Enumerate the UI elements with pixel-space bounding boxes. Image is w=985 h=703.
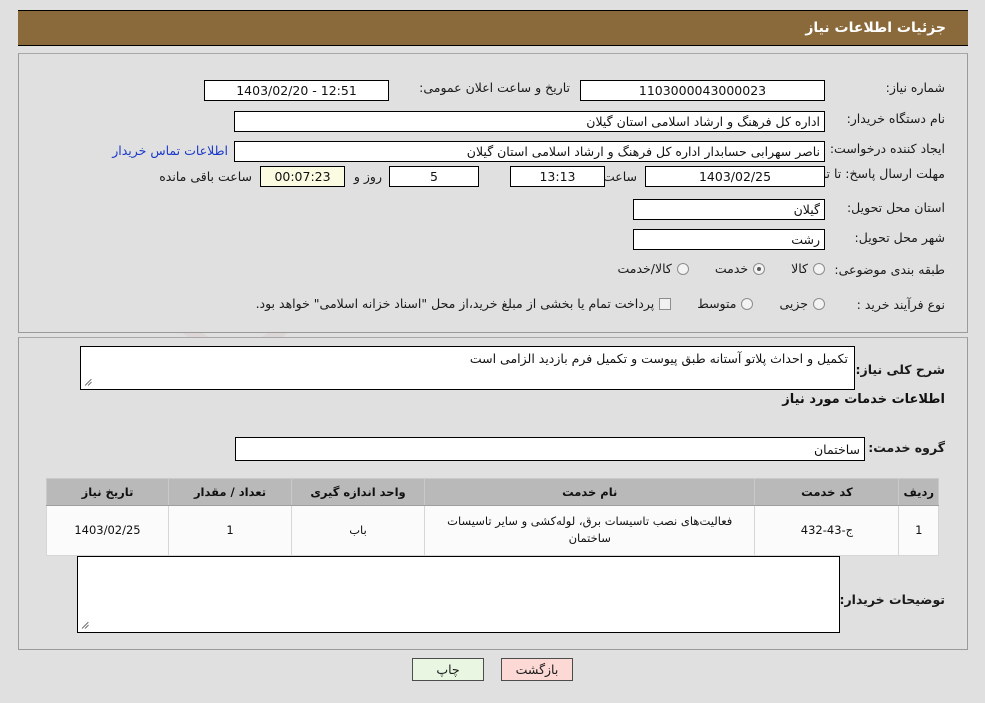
city-value[interactable]: رشت — [633, 229, 825, 250]
table-row[interactable]: 1 ج-43-432 فعالیت‌های نصب تاسیسات برق، ل… — [46, 505, 939, 556]
deadline-countdown-value: 00:07:23 — [260, 166, 345, 187]
purchase-type-label: نوع فرآیند خرید : — [856, 297, 945, 312]
city-label: شهر محل تحویل: — [854, 230, 945, 245]
need-description-label: شرح کلی نیاز: — [855, 362, 945, 377]
buyer-notes-textarea[interactable] — [77, 556, 840, 633]
deadline-row: مهلت ارسال پاسخ: تا تاریخ: — [800, 165, 945, 182]
resize-handle-icon[interactable] — [81, 620, 91, 630]
col-need-date: تاریخ نیاز — [46, 478, 169, 506]
province-value[interactable]: گیلان — [633, 199, 825, 220]
cell-quantity: 1 — [168, 505, 292, 556]
need-description-textarea[interactable]: تکمیل و احداث پلاتو آستانه طبق پیوست و ت… — [80, 346, 855, 390]
announce-datetime-label: تاریخ و ساعت اعلان عمومی: — [419, 80, 570, 95]
back-button[interactable]: بازگشت — [501, 658, 573, 681]
requester-value[interactable]: ناصر سهرابی حسابدار اداره کل فرهنگ و ارش… — [234, 141, 825, 162]
deadline-days-label: روز و — [353, 169, 382, 184]
service-group-label: گروه خدمت: — [868, 440, 945, 455]
need-description-row: شرح کلی نیاز: — [856, 362, 945, 377]
deadline-time-value[interactable]: 13:13 — [510, 166, 605, 187]
purchase-type-option-motevaset[interactable]: متوسط — [697, 296, 754, 311]
purchase-type-options: جزیی متوسط پرداخت تمام یا بخشی از مبلغ خ… — [256, 296, 825, 311]
cell-need-date: 1403/02/25 — [46, 505, 169, 556]
announce-datetime-value[interactable]: 12:51 - 1403/02/20 — [204, 80, 389, 101]
cell-service-code: ج-43-432 — [754, 505, 900, 556]
province-label: استان محل تحویل: — [846, 200, 945, 215]
deadline-remaining-label: ساعت باقی مانده — [159, 169, 252, 184]
purchase-type-option-label: جزیی — [779, 296, 808, 311]
action-button-bar: بازگشت چاپ — [0, 658, 985, 681]
cell-service-name: فعالیت‌های نصب تاسیسات برق، لوله‌کشی و س… — [423, 505, 756, 556]
cell-unit: باب — [291, 505, 425, 556]
category-option-label: کالا/خدمت — [617, 261, 672, 276]
services-section-heading: اطلاعات خدمات مورد نیاز — [782, 392, 945, 407]
city-row: شهر محل تحویل: — [855, 230, 945, 245]
deadline-days-value[interactable]: 5 — [389, 166, 479, 187]
page-root: AnaTender.net جزئیات اطلاعات نیاز شماره … — [0, 0, 985, 703]
radio-icon[interactable] — [741, 297, 754, 310]
treasury-docs-checkbox-label: پرداخت تمام یا بخشی از مبلغ خرید،از محل … — [255, 296, 655, 311]
requester-row: ایجاد کننده درخواست: — [830, 141, 945, 156]
page-title: جزئیات اطلاعات نیاز — [805, 20, 946, 36]
category-label: طبقه بندی موضوعی: — [834, 262, 945, 277]
service-group-value[interactable]: ساختمان — [235, 437, 865, 461]
need-info-panel — [18, 53, 968, 333]
services-table: ردیف کد خدمت نام خدمت واحد اندازه گیری ت… — [46, 478, 939, 556]
requester-label: ایجاد کننده درخواست: — [829, 141, 945, 156]
radio-icon[interactable] — [753, 262, 766, 275]
buyer-contact-link[interactable]: اطلاعات تماس خریدار — [112, 143, 228, 158]
print-button[interactable]: چاپ — [412, 658, 484, 681]
need-number-label: شماره نیاز: — [885, 80, 945, 95]
col-service-code: کد خدمت — [754, 478, 900, 506]
resize-handle-icon[interactable] — [84, 377, 94, 387]
table-header-row: ردیف کد خدمت نام خدمت واحد اندازه گیری ت… — [46, 478, 939, 506]
need-number-value[interactable]: 1103000043000023 — [580, 80, 825, 101]
buyer-notes-row: توضیحات خریدار: — [839, 592, 945, 607]
deadline-date-value[interactable]: 1403/02/25 — [645, 166, 825, 187]
announce-datetime-row: تاریخ و ساعت اعلان عمومی: — [419, 80, 570, 95]
deadline-time-label: ساعت — [602, 169, 637, 184]
col-row-no: ردیف — [898, 478, 939, 506]
page-header: جزئیات اطلاعات نیاز — [18, 10, 968, 46]
purchase-type-option-label: متوسط — [697, 296, 737, 311]
services-table-wrap: ردیف کد خدمت نام خدمت واحد اندازه گیری ت… — [46, 478, 939, 556]
category-options: کالا خدمت کالا/خدمت — [591, 261, 825, 276]
cell-row-no: 1 — [898, 505, 939, 556]
category-option-kala[interactable]: کالا — [791, 261, 825, 276]
service-group-row: گروه خدمت: — [868, 440, 945, 455]
category-option-label: کالا — [791, 261, 808, 276]
checkbox-icon[interactable] — [659, 297, 672, 310]
buyer-org-value[interactable]: اداره کل فرهنگ و ارشاد اسلامی استان گیلا… — [234, 111, 825, 132]
col-quantity: تعداد / مقدار — [168, 478, 292, 506]
col-unit: واحد اندازه گیری — [291, 478, 425, 506]
buyer-org-label: نام دستگاه خریدار: — [846, 111, 945, 126]
radio-icon[interactable] — [676, 262, 689, 275]
purchase-type-row: نوع فرآیند خرید : — [857, 297, 945, 312]
purchase-type-option-jozei[interactable]: جزیی — [779, 296, 825, 311]
need-number-row: شماره نیاز: — [886, 80, 945, 95]
col-service-name: نام خدمت — [423, 478, 756, 506]
category-row: طبقه بندی موضوعی: — [834, 262, 945, 277]
treasury-docs-checkbox-option[interactable]: پرداخت تمام یا بخشی از مبلغ خرید،از محل … — [256, 296, 672, 311]
deadline-label: مهلت ارسال پاسخ: تا تاریخ: — [800, 166, 945, 181]
province-row: استان محل تحویل: — [847, 200, 945, 215]
category-option-khedmat[interactable]: خدمت — [714, 261, 766, 276]
need-description-value: تکمیل و احداث پلاتو آستانه طبق پیوست و ت… — [469, 351, 848, 366]
radio-icon[interactable] — [813, 297, 825, 310]
buyer-notes-label: توضیحات خریدار: — [839, 592, 945, 607]
buyer-org-row: نام دستگاه خریدار: — [847, 111, 945, 126]
category-option-label: خدمت — [714, 261, 749, 276]
radio-icon[interactable] — [813, 262, 825, 275]
category-option-kala-khedmat[interactable]: کالا/خدمت — [617, 261, 689, 276]
